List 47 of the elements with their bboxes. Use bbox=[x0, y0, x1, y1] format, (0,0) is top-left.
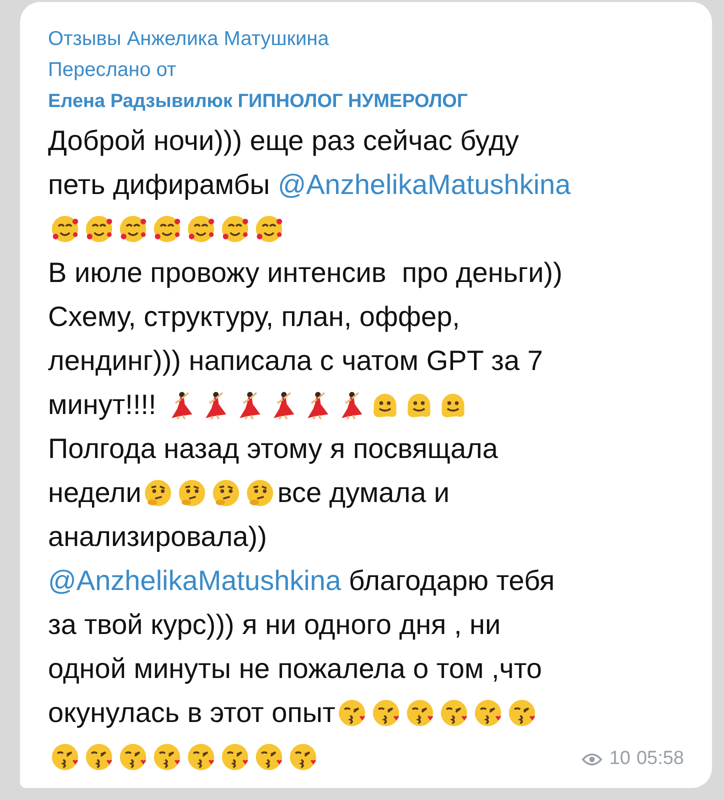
kiss-smiley-icon bbox=[50, 742, 80, 772]
kiss-smiley-icon bbox=[507, 698, 538, 728]
thinking-smiley-icon bbox=[245, 478, 276, 508]
forwarded-label: Переслано от bbox=[48, 58, 178, 83]
smiley-hearts-icon bbox=[118, 214, 148, 244]
view-count: 10 bbox=[609, 748, 630, 770]
message-text: одной минуты не пожалела о том ,что bbox=[48, 653, 542, 685]
kiss-smiley-icon bbox=[118, 742, 148, 772]
smiley-hearts-icon bbox=[220, 214, 250, 244]
thinking-smiley-icon bbox=[211, 478, 242, 508]
message-text: минут!!!! bbox=[48, 389, 158, 421]
message-text: лендинг))) написала с чатом GPT за 7 bbox=[48, 345, 543, 377]
mention-link[interactable]: @AnzhelikaMatushkina bbox=[278, 169, 571, 201]
kiss-smiley-icon bbox=[405, 698, 436, 728]
thinking-smiley-icon bbox=[177, 478, 208, 508]
kiss-smiley-icon bbox=[152, 742, 182, 772]
message-text: В июле провожу интенсив про деньги)) bbox=[48, 257, 562, 289]
message-text: Схему, структуру, план, оффер, bbox=[48, 301, 460, 333]
message-text: петь дифирамбы bbox=[48, 169, 271, 201]
message-text: Полгода назад этому я посвящала bbox=[48, 433, 498, 465]
forwarded-from-name[interactable]: Елена Радзывилюк ГИПНОЛОГ НУМЕРОЛОГ bbox=[48, 86, 692, 117]
thinking-smiley-icon bbox=[143, 478, 174, 508]
smiley-hearts-icon bbox=[152, 214, 182, 244]
channel-name[interactable]: Отзывы Анжелика Матушкина bbox=[48, 24, 692, 55]
smiley-hearts-icon bbox=[254, 214, 284, 244]
kiss-smiley-icon bbox=[439, 698, 470, 728]
smiley-hearts-icon bbox=[186, 214, 216, 244]
kiss-smiley-icon bbox=[337, 698, 368, 728]
message-text: окунулась в этот опыт bbox=[48, 697, 336, 729]
message-text: Доброй ночи))) еще раз сейчас буду bbox=[48, 125, 519, 157]
kiss-smiley-icon bbox=[186, 742, 216, 772]
kiss-smiley-icon bbox=[473, 698, 504, 728]
smiley-hearts-icon bbox=[50, 214, 80, 244]
message-text: анализировала)) bbox=[48, 521, 267, 553]
message-text: все думала и bbox=[277, 477, 450, 509]
message-text: за твой курс))) я ни одного дня , ни bbox=[48, 609, 501, 641]
eye-icon bbox=[581, 752, 604, 766]
message-time: 05:58 bbox=[636, 748, 684, 770]
message-text: недели bbox=[48, 477, 142, 509]
kiss-smiley-icon bbox=[371, 698, 402, 728]
mention-link[interactable]: @AnzhelikaMatushkina bbox=[48, 565, 342, 597]
message-text: благодарю тебя bbox=[348, 565, 555, 597]
kiss-smiley-icon bbox=[288, 742, 318, 772]
smiley-hearts-icon bbox=[84, 214, 114, 244]
kiss-smiley-icon bbox=[84, 742, 114, 772]
kiss-smiley-icon bbox=[254, 742, 284, 772]
kiss-smiley-icon bbox=[220, 742, 250, 772]
